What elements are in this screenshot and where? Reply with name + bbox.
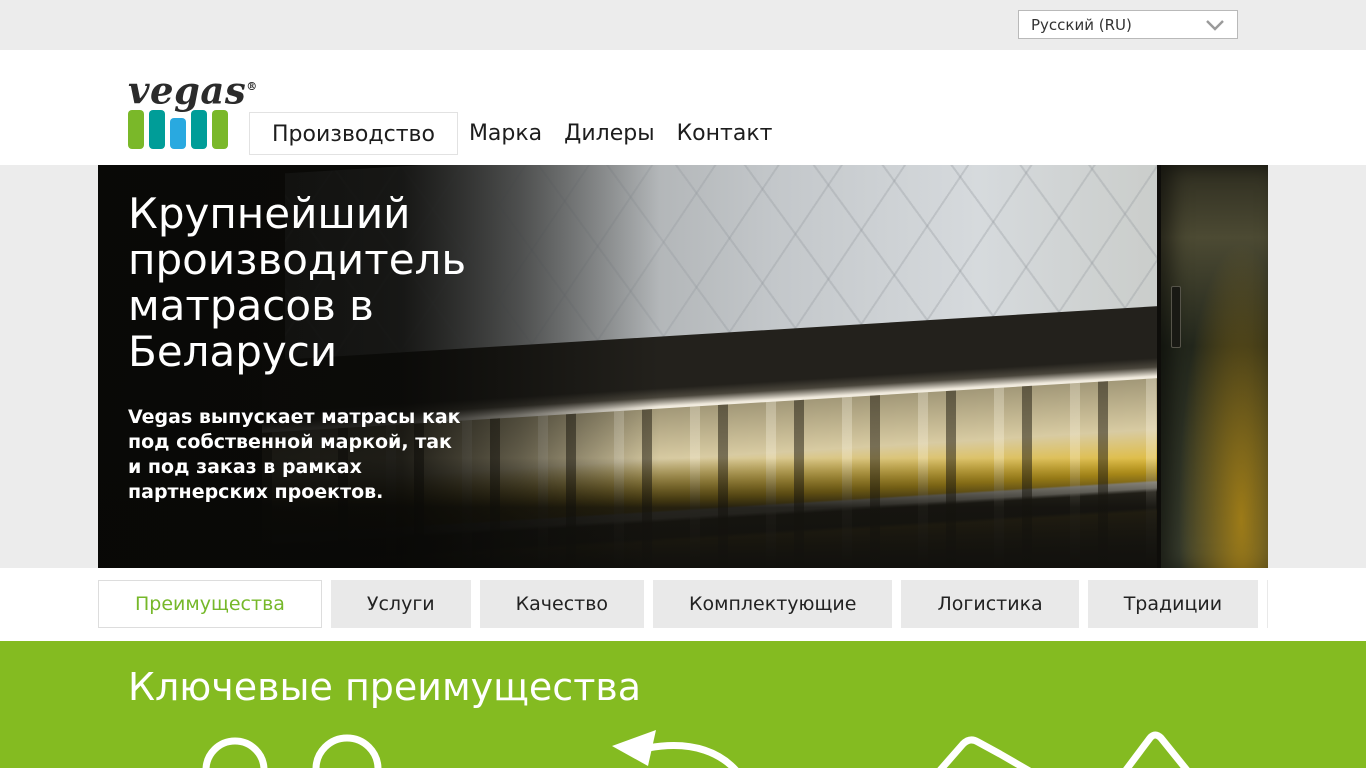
site-header: vegas® Производство Марка Дилеры Контакт: [0, 50, 1366, 165]
package-icon: [937, 736, 1032, 768]
section-tabs: Преимущества Услуги Качество Комплектующ…: [0, 568, 1366, 641]
logo-wordmark: vegas®: [128, 68, 258, 113]
main-nav: Производство Марка Дилеры Контакт: [249, 112, 783, 155]
chevron-down-icon: [1205, 19, 1225, 31]
registered-mark: ®: [246, 80, 258, 93]
circle-icon-2: [312, 734, 382, 768]
nav-item-brand[interactable]: Марка: [469, 112, 542, 155]
logo-bar-green-1: [128, 110, 144, 150]
tab-empty[interactable]: [1267, 580, 1268, 628]
advantages-section: Ключевые преимущества: [0, 641, 1366, 768]
tab-components[interactable]: Комплектующие: [653, 580, 893, 628]
top-bar: Русский (RU): [0, 0, 1366, 50]
logo-bars: [128, 110, 228, 150]
tab-logistics[interactable]: Логистика: [901, 580, 1079, 628]
tab-advantages[interactable]: Преимущества: [98, 580, 322, 628]
tab-services[interactable]: Услуги: [330, 580, 471, 628]
rotate-arrow-icon: [644, 742, 739, 768]
tab-traditions[interactable]: Традиции: [1087, 580, 1259, 628]
advantages-heading: Ключевые преимущества: [128, 665, 642, 709]
logo-bar-green-2: [212, 110, 228, 150]
logo-bar-teal-1: [149, 110, 165, 150]
hero-title: Крупнейший производитель матрасов в Бела…: [128, 189, 467, 376]
arrowhead: [612, 730, 656, 766]
logo-bar-teal-2: [191, 110, 207, 150]
language-select[interactable]: Русский (RU): [1018, 10, 1238, 39]
nav-item-production[interactable]: Производство: [249, 112, 458, 155]
nav-item-dealers[interactable]: Дилеры: [564, 112, 654, 155]
hero-banner: Крупнейший производитель матрасов в Бела…: [98, 165, 1268, 568]
tab-quality[interactable]: Качество: [479, 580, 645, 628]
hero-subtitle: Vegas выпускает матрасы как под собствен…: [128, 406, 461, 503]
hero-wrapper: Крупнейший производитель матрасов в Бела…: [0, 165, 1366, 568]
nav-item-contact[interactable]: Контакт: [677, 112, 773, 155]
vegas-logo[interactable]: vegas®: [128, 68, 258, 150]
circle-icon-1: [202, 737, 268, 768]
language-select-value: Русский (RU): [1031, 15, 1132, 34]
advantage-icons: [202, 730, 1190, 768]
peak-icon: [1123, 731, 1190, 768]
logo-bar-blue: [170, 118, 186, 150]
